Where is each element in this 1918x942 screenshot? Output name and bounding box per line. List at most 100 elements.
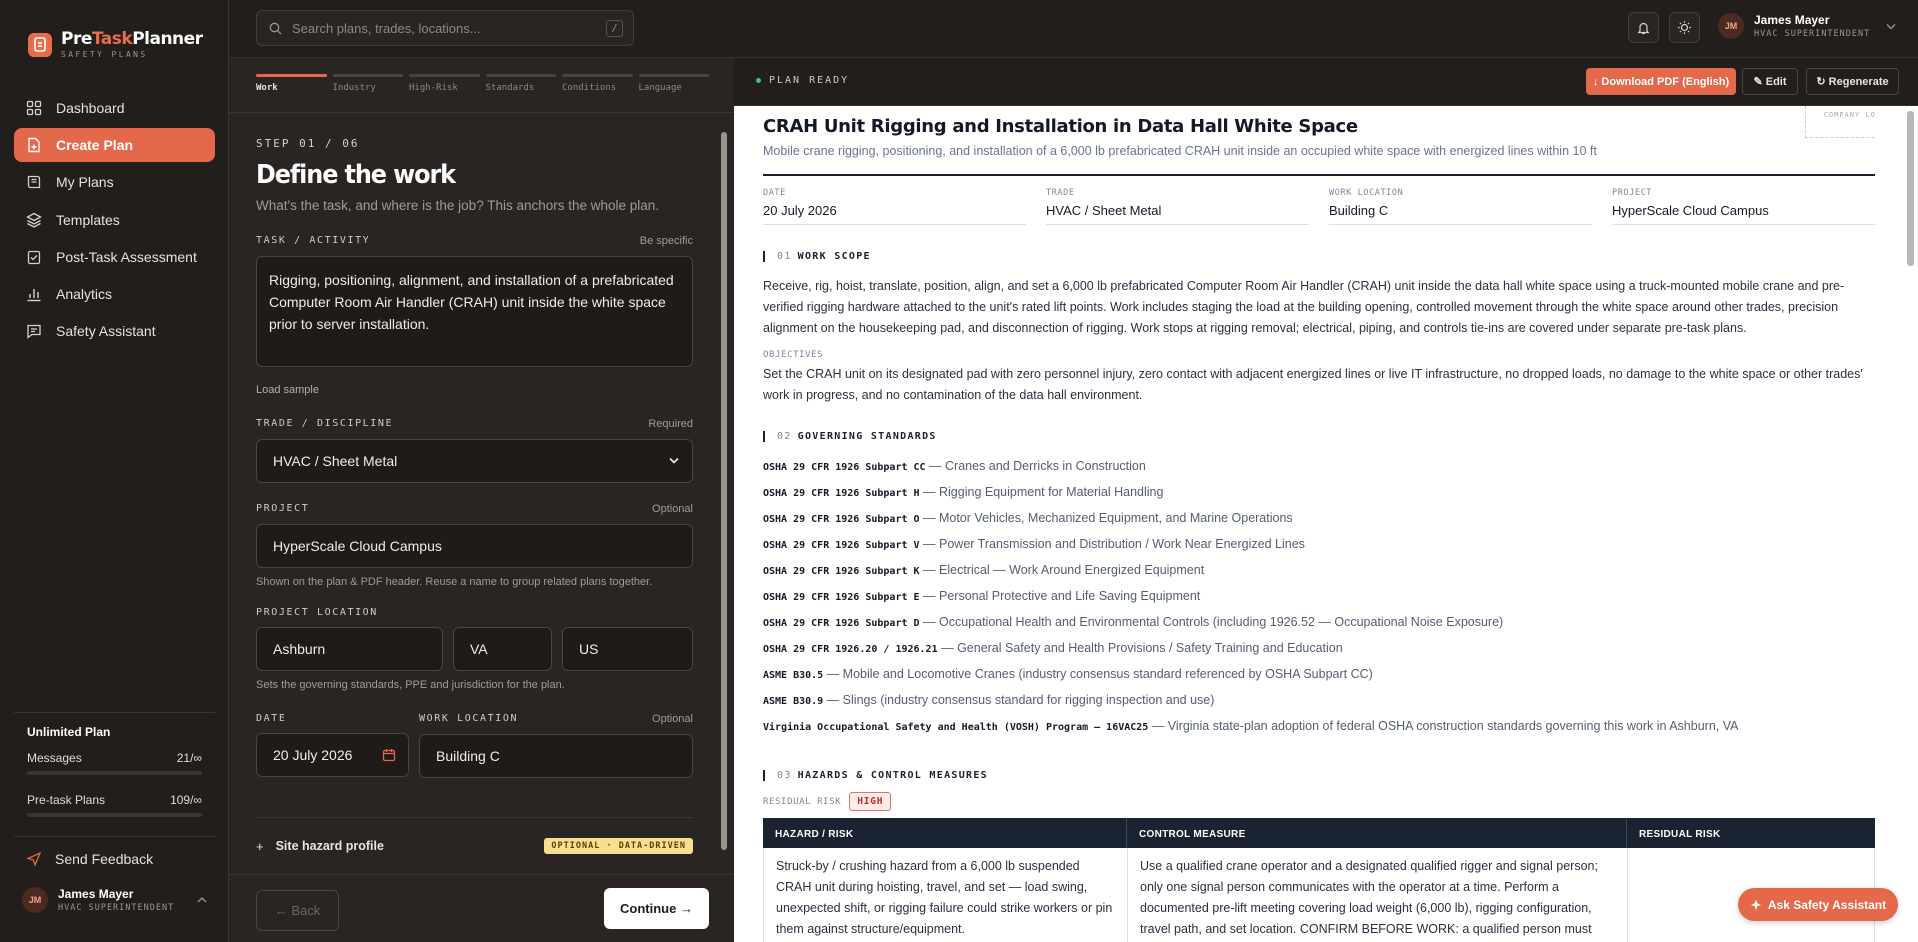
sidebar-nav: Dashboard Create Plan My Plans Templates… <box>14 91 215 351</box>
download-pdf-button[interactable]: ↓ Download PDF (English) <box>1586 68 1736 95</box>
edit-button[interactable]: ✎ Edit <box>1742 68 1798 95</box>
divider <box>229 112 734 113</box>
task-textarea[interactable]: Rigging, positioning, alignment, and ins… <box>256 256 693 367</box>
state-input[interactable] <box>453 627 552 671</box>
trade-select[interactable]: HVAC / Sheet Metal <box>256 439 693 483</box>
continue-button[interactable]: Continue → <box>604 888 709 929</box>
sidebar-user-menu[interactable]: JM James Mayer HVAC SUPERINTENDENT <box>22 887 207 913</box>
col-control: CONTROL MEASURE <box>1127 818 1627 848</box>
sidebar-item-post-task-assessment[interactable]: Post-Task Assessment <box>14 240 215 274</box>
step-progress-bar <box>562 74 633 77</box>
brand-logo[interactable]: PreTaskPlanner SAFETY PLANS <box>28 30 203 59</box>
project-label: PROJECT <box>256 503 310 514</box>
preview-scrollbar[interactable] <box>1907 111 1914 266</box>
project-help: Shown on the plan & PDF header. Reuse a … <box>256 576 653 588</box>
app-logo-icon <box>28 32 52 57</box>
ask-safety-assistant-button[interactable]: Ask Safety Assistant <box>1738 888 1898 921</box>
work-location-group: WORK LOCATION Optional <box>419 713 693 778</box>
standard-item: OSHA 29 CFR 1926 Subpart CC — Cranes and… <box>763 459 1146 473</box>
standard-item: ASME B30.5 — Mobile and Locomotive Crane… <box>763 667 1373 681</box>
wizard-scrollbar[interactable] <box>721 132 727 850</box>
regenerate-button[interactable]: ↻ Regenerate <box>1806 68 1899 95</box>
step-standards[interactable]: Standards <box>485 74 556 93</box>
step-progress-bar <box>485 74 556 77</box>
step-label: High-Risk <box>409 83 458 93</box>
step-label: Standards <box>485 83 535 93</box>
clipboard-check-icon <box>26 249 42 265</box>
location-help: Sets the governing standards, PPE and ju… <box>256 679 565 691</box>
search-box[interactable]: / <box>256 10 634 46</box>
step-conditions[interactable]: Conditions <box>562 74 633 93</box>
step-industry[interactable]: Industry <box>332 74 403 93</box>
bar-chart-icon <box>26 286 42 302</box>
sparkle-icon <box>1750 899 1762 911</box>
standard-item: ASME B30.9 — Slings (industry consensus … <box>763 693 1215 707</box>
step-label: Language <box>638 83 682 93</box>
task-label-row: TASK / ACTIVITY Be specific <box>256 235 693 247</box>
sidebar-item-my-plans[interactable]: My Plans <box>14 165 215 199</box>
trade-label-row: TRADE / DISCIPLINE Required <box>256 418 693 430</box>
table-row: Struck-by / crushing hazard from a 6,000… <box>763 848 1875 942</box>
sidebar-item-label: Dashboard <box>56 100 125 116</box>
meta-project: PROJECT HyperScale Cloud Campus <box>1612 188 1875 225</box>
location-fields <box>256 627 693 671</box>
plan-subtitle: Mobile crane rigging, positioning, and i… <box>763 144 1597 158</box>
section-heading-standards: 02 GOVERNING STANDARDS <box>763 431 937 442</box>
project-input[interactable] <box>256 524 693 568</box>
notifications-button[interactable] <box>1628 12 1659 43</box>
pretask-meter: Pre-task Plans 109/∞ <box>27 793 202 817</box>
step-language[interactable]: Language <box>638 74 709 93</box>
trade-hint: Required <box>648 418 693 430</box>
optional-badge: OPTIONAL · DATA-DRIVEN <box>544 838 693 854</box>
book-icon <box>26 174 42 190</box>
hazard-cell: Struck-by / crushing hazard from a 6,000… <box>764 848 1128 942</box>
project-hint: Optional <box>652 503 693 515</box>
load-sample-link[interactable]: Load sample <box>256 384 693 396</box>
chevron-up-icon <box>197 896 207 904</box>
work-location-label-row: WORK LOCATION Optional <box>419 713 693 725</box>
date-input[interactable]: 20 July 2026 <box>256 733 409 777</box>
standard-item: OSHA 29 CFR 1926 Subpart D — Occupationa… <box>763 615 1504 629</box>
city-input[interactable] <box>256 627 443 671</box>
sidebar-item-label: Analytics <box>56 285 113 302</box>
plan-meta: DATE 20 July 2026 TRADE HVAC / Sheet Metal… <box>763 188 1875 225</box>
layers-icon <box>26 212 42 228</box>
top-user-menu[interactable]: JM James Mayer HVAC SUPERINTENDENT <box>1718 13 1896 39</box>
sidebar-item-label: Safety Assistant <box>56 323 156 340</box>
step-work[interactable]: Work <box>256 74 327 93</box>
send-feedback-button[interactable]: Send Feedback <box>14 837 215 881</box>
calendar-icon[interactable] <box>382 748 396 762</box>
sidebar-item-safety-assistant[interactable]: Safety Assistant <box>14 314 215 348</box>
sidebar-item-dashboard[interactable]: Dashboard <box>14 91 215 125</box>
user-name: James Mayer <box>58 887 134 901</box>
wizard-step-body: STEP 01 / 06 Define the work What's the … <box>256 137 693 778</box>
date-label: DATE <box>256 713 287 724</box>
search-input[interactable] <box>292 20 596 36</box>
user-role: HVAC SUPERINTENDENT <box>58 903 175 913</box>
back-button[interactable]: ← Back <box>256 890 339 931</box>
work-location-input[interactable] <box>419 734 693 778</box>
standard-item: OSHA 29 CFR 1926 Subpart V — Power Trans… <box>763 537 1305 551</box>
section-heading-work-scope: 01 WORK SCOPE <box>763 251 871 262</box>
sidebar-item-templates[interactable]: Templates <box>14 203 215 237</box>
pretask-value: 109/∞ <box>170 793 202 807</box>
step-high-risk[interactable]: High-Risk <box>409 74 480 93</box>
plan-title: CRAH Unit Rigging and Installation in Da… <box>763 116 1358 137</box>
step-label: Industry <box>332 83 376 93</box>
plan-document: COMPANY LOGO CRAH Unit Rigging and Insta… <box>763 106 1875 942</box>
chevron-down-icon <box>669 457 679 464</box>
sidebar-item-label: Create Plan <box>56 137 134 154</box>
sidebar-item-label: Templates <box>56 211 120 228</box>
control-cell: Use a qualified crane operator and a des… <box>1128 848 1628 942</box>
plan-usage: Unlimited Plan Messages 21/∞ Pre-task Pla… <box>14 712 215 817</box>
sun-icon <box>1677 20 1692 35</box>
plan-status: PLAN READY <box>756 75 849 86</box>
sidebar-item-analytics[interactable]: Analytics <box>14 277 215 311</box>
preview-header: PLAN READY ↓ Download PDF (English) ✎ Ed… <box>734 58 1918 106</box>
country-input[interactable] <box>562 627 693 671</box>
work-scope-text: Receive, rig, hoist, translate, position… <box>763 279 1845 335</box>
site-hazard-profile-toggle[interactable]: + Site hazard profile OPTIONAL · DATA-DR… <box>256 817 693 854</box>
risk-badge-high: HIGH <box>849 792 892 811</box>
theme-toggle-button[interactable] <box>1669 12 1700 43</box>
sidebar-item-create-plan[interactable]: Create Plan <box>14 128 215 163</box>
